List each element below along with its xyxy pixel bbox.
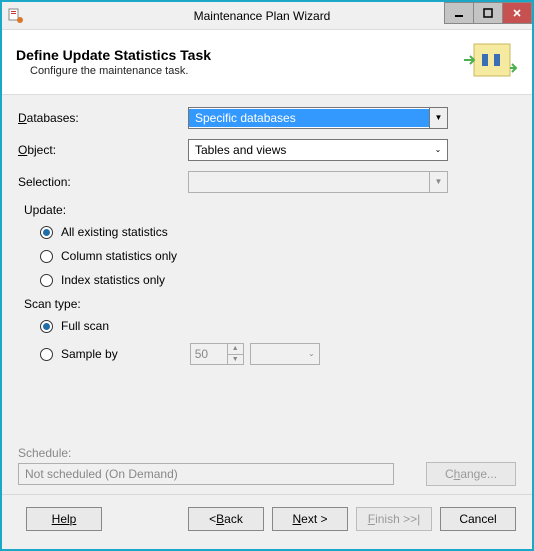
selection-dropdown: ▼ [188, 171, 448, 193]
app-icon [8, 8, 24, 24]
header-pane: Define Update Statistics Task Configure … [2, 30, 532, 95]
minimize-button[interactable] [444, 2, 474, 24]
help-button[interactable]: Help [26, 507, 102, 531]
radio-label: All existing statistics [61, 225, 168, 239]
titlebar: Maintenance Plan Wizard [2, 2, 532, 30]
radio-label: Index statistics only [61, 273, 165, 287]
update-group-label: Update: [24, 203, 516, 217]
object-value: Tables and views [189, 141, 429, 159]
chevron-down-icon: ⌄ [429, 140, 447, 160]
databases-dropdown[interactable]: Specific databases ▼ [188, 107, 448, 129]
chevron-down-icon: ▼ [429, 172, 447, 192]
radio-icon [40, 250, 53, 263]
radio-icon [40, 274, 53, 287]
page-subtitle: Configure the maintenance task. [30, 65, 211, 77]
sample-value-input [191, 344, 227, 364]
selection-label: Selection: [18, 175, 188, 189]
header-graphic-icon [462, 40, 518, 84]
radio-full-scan[interactable]: Full scan [40, 319, 516, 333]
sample-unit-dropdown: ⌄ [250, 343, 320, 365]
page-title: Define Update Statistics Task [16, 47, 211, 63]
cancel-button[interactable]: Cancel [440, 507, 516, 531]
window-controls [445, 2, 532, 24]
radio-label: Column statistics only [61, 249, 177, 263]
object-label: Object: [18, 143, 188, 157]
radio-icon [40, 348, 53, 361]
spin-up-icon: ▲ [228, 344, 243, 355]
maximize-button[interactable] [473, 2, 503, 24]
schedule-value: Not scheduled (On Demand) [18, 463, 394, 485]
finish-button: Finish >>| [356, 507, 432, 531]
databases-value: Specific databases [189, 109, 429, 127]
next-button[interactable]: Next > [272, 507, 348, 531]
selection-value [189, 180, 429, 184]
radio-icon [40, 226, 53, 239]
footer: Help < Back Next > Finish >>| Cancel [2, 494, 532, 549]
scan-group-label: Scan type: [24, 297, 516, 311]
radio-label: Full scan [61, 319, 109, 333]
schedule-label: Schedule: [18, 446, 516, 460]
chevron-down-icon: ▼ [429, 108, 447, 128]
radio-sample-by[interactable]: Sample by ▲ ▼ ⌄ [40, 343, 516, 365]
back-button[interactable]: < Back [188, 507, 264, 531]
close-button[interactable] [502, 2, 532, 24]
spin-down-icon: ▼ [228, 355, 243, 365]
radio-icon [40, 320, 53, 333]
radio-label: Sample by [61, 347, 118, 361]
change-schedule-button: Change... [426, 462, 516, 486]
wizard-window: Maintenance Plan Wizard Define Update St… [0, 0, 534, 551]
databases-label: Databases: [18, 111, 188, 125]
object-dropdown[interactable]: Tables and views ⌄ [188, 139, 448, 161]
radio-column-only[interactable]: Column statistics only [40, 249, 516, 263]
content-area: Databases: Specific databases ▼ Object: … [2, 95, 532, 494]
radio-index-only[interactable]: Index statistics only [40, 273, 516, 287]
sample-spinner: ▲ ▼ [190, 343, 244, 365]
radio-all-existing[interactable]: All existing statistics [40, 225, 516, 239]
